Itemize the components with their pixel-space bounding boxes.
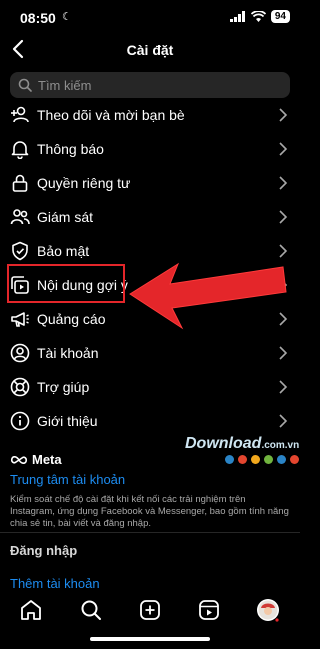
menu-item-supervision[interactable]: Giám sát — [0, 200, 300, 234]
account-icon — [10, 343, 30, 363]
menu-item-follow-invite[interactable]: Theo dõi và mời bạn bè — [0, 98, 300, 132]
search-placeholder: Tìm kiếm — [38, 77, 92, 93]
megaphone-icon — [11, 312, 29, 327]
add-account-link[interactable]: Thêm tài khoản — [10, 576, 100, 591]
menu-item-label: Giám sát — [37, 209, 94, 225]
add-person-icon — [11, 106, 29, 123]
watermark-dots — [225, 455, 299, 464]
supervision-icon — [10, 209, 30, 225]
menu-item-label: Giới thiệu — [37, 413, 98, 429]
home-indicator — [90, 637, 210, 641]
menu-item-notifications[interactable]: Thông báo — [0, 132, 300, 166]
header: Cài đặt — [0, 34, 300, 66]
meta-infinity-icon — [10, 455, 28, 464]
section-divider — [0, 532, 300, 533]
chevron-right-icon — [279, 176, 288, 190]
home-icon[interactable] — [19, 598, 43, 622]
lifebuoy-icon — [10, 377, 30, 397]
menu-item-label: Thông báo — [37, 141, 104, 157]
menu-item-label: Quảng cáo — [37, 311, 106, 327]
meta-logo-text: Meta — [32, 452, 62, 467]
watermark: Download.com.vn — [185, 435, 299, 453]
status-icons: 94 — [229, 10, 290, 23]
menu-item-label: Theo dõi và mời bạn bè — [37, 107, 185, 123]
menu-item-label: Quyền riêng tư — [37, 175, 131, 191]
menu-item-help[interactable]: Trợ giúp — [0, 370, 300, 404]
status-bar: 08:50 ☾ 94 — [0, 0, 300, 34]
meta-logo: Meta — [10, 452, 62, 467]
create-post-icon[interactable] — [138, 598, 162, 622]
moon-icon: ☾ — [62, 11, 72, 23]
chevron-right-icon — [279, 244, 288, 258]
profile-avatar-icon[interactable] — [256, 598, 280, 622]
battery-indicator: 94 — [270, 10, 290, 23]
chevron-right-icon — [279, 210, 288, 224]
page-title: Cài đặt — [126, 42, 174, 58]
menu-item-label: Bảo mật — [37, 243, 90, 259]
chevron-right-icon — [279, 380, 288, 394]
watermark-domain: .com.vn — [261, 440, 300, 451]
menu-item-label: Tài khoản — [37, 345, 99, 361]
chevron-right-icon — [279, 108, 288, 122]
search-input[interactable]: Tìm kiếm — [10, 72, 290, 98]
chevron-right-icon — [279, 346, 288, 360]
lock-icon — [12, 174, 28, 192]
search-tab-icon[interactable] — [79, 598, 103, 622]
accounts-center-link[interactable]: Trung tâm tài khoản — [10, 472, 125, 487]
signal-icon — [229, 11, 245, 22]
watermark-text: Download — [185, 435, 262, 452]
menu-item-about[interactable]: Giới thiệu — [0, 404, 300, 438]
menu-item-label: Trợ giúp — [37, 379, 90, 395]
reels-icon[interactable] — [197, 598, 221, 622]
chevron-right-icon — [279, 142, 288, 156]
search-icon — [18, 78, 32, 92]
wifi-icon — [250, 11, 266, 22]
chevron-right-icon — [279, 414, 288, 428]
status-time: 08:50 — [20, 10, 56, 26]
login-section-title: Đăng nhập — [10, 543, 78, 558]
bell-icon — [11, 141, 29, 159]
meta-description: Kiểm soát chế độ cài đặt khi kết nối các… — [10, 494, 289, 529]
red-arrow-annotation — [129, 262, 287, 330]
shield-icon — [12, 241, 28, 261]
menu-item-account[interactable]: Tài khoản — [0, 336, 300, 370]
info-icon — [10, 411, 30, 431]
menu-item-privacy[interactable]: Quyền riêng tư — [0, 166, 300, 200]
highlight-box — [7, 264, 125, 303]
